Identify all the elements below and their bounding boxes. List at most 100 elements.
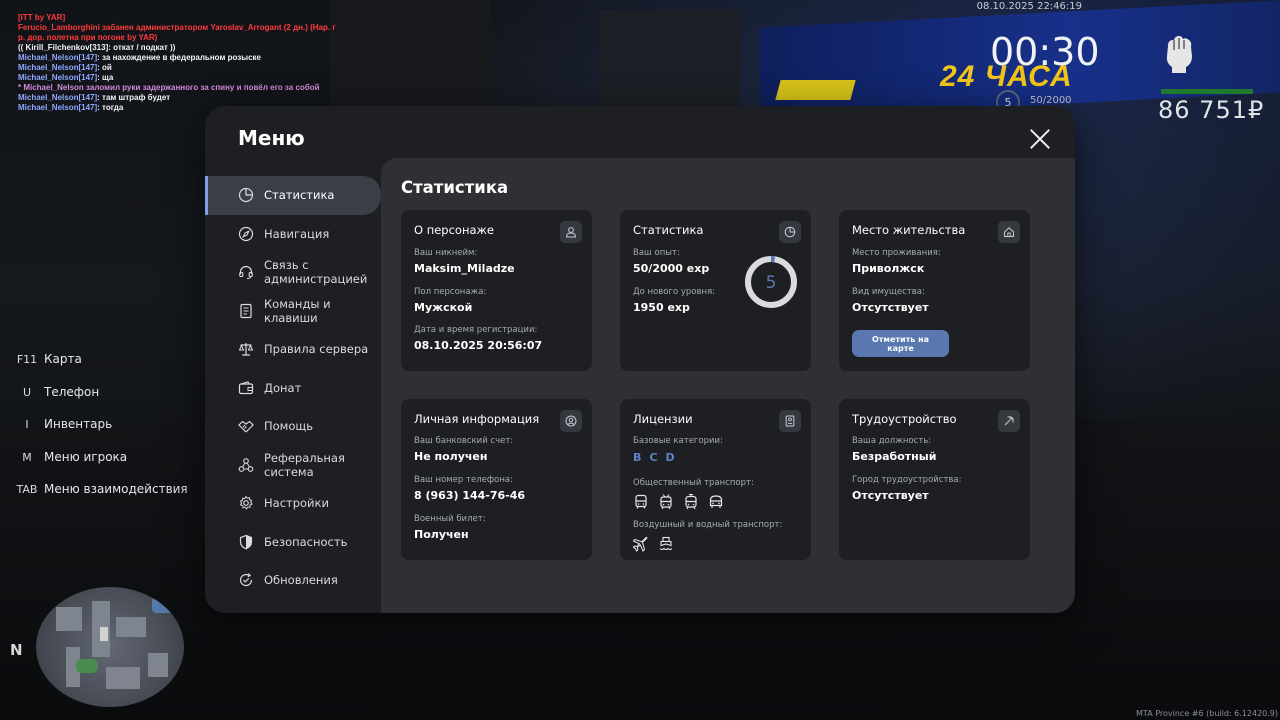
- chat-sender: Michael_Nelson[147]: [18, 103, 98, 112]
- sidebar-item-updates[interactable]: Обновления: [205, 561, 381, 600]
- chat-sender: Michael_Nelson[147]: [18, 53, 98, 62]
- chat-line: [ITT by YAR]: [18, 13, 336, 23]
- hotkey-key: M: [22, 450, 32, 464]
- hotkey-phone[interactable]: U Телефон: [10, 385, 188, 418]
- chat-text: [ITT by YAR]: [18, 13, 66, 22]
- sidebar-item-label: Реферальная система: [264, 450, 345, 479]
- nickname-value: Maksim_Miladze: [414, 262, 515, 275]
- sidebar-item-donate[interactable]: Донат: [205, 369, 381, 408]
- air-water-transport-icons: [633, 536, 782, 552]
- sidebar-item-navigation[interactable]: Навигация: [205, 215, 381, 254]
- chat-line: Ferucio_Lamborghini забанен администрато…: [18, 23, 336, 33]
- sidebar-item-label: Команды и клавиши: [264, 296, 331, 325]
- sidebar-item-label: Правила сервера: [264, 342, 369, 357]
- close-button[interactable]: [1029, 128, 1051, 150]
- chat-text: (( Kirill_Filchenkov[313]: откат / подка…: [18, 43, 176, 52]
- user-icon: [560, 221, 582, 243]
- tram-icon: [685, 494, 697, 510]
- minimap-north: N: [10, 641, 23, 659]
- shirt-icon: [152, 597, 174, 613]
- sidebar-item-rules[interactable]: Правила сервера: [205, 330, 381, 369]
- chat-sender: Michael_Nelson[147]: [18, 63, 98, 72]
- sidebar-item-help[interactable]: Помощь: [205, 407, 381, 446]
- chat-text: р. дор. полетна при погоне by YAR): [18, 33, 158, 42]
- pie-chart-icon: [238, 188, 254, 203]
- gender-label: Пол персонажа:: [414, 287, 487, 297]
- headset-icon: [239, 266, 253, 280]
- hotkey-label: Инвентарь: [44, 417, 113, 432]
- menu-title: Меню: [238, 126, 305, 150]
- card-title: Лицензии: [633, 412, 693, 426]
- mark-on-map-button[interactable]: Отметить на карте: [852, 330, 949, 357]
- sidebar-item-label: Навигация: [264, 226, 330, 241]
- chat-text: : там штраф будет: [97, 93, 171, 102]
- military-id-value: Получен: [414, 528, 469, 541]
- residence-value: Приволжск: [852, 262, 925, 275]
- chat-text: * Michael_Nelson заломил руки задержанно…: [18, 83, 320, 92]
- chat-line: * Michael_Nelson заломил руки задержанно…: [18, 83, 336, 93]
- sidebar-item-label: Донат: [264, 380, 302, 395]
- chat-line: Michael_Nelson[147]: там штраф будет: [18, 93, 336, 103]
- player-marker-icon: [100, 627, 108, 641]
- sidebar-item-settings[interactable]: Настройки: [205, 484, 381, 523]
- position-label: Ваша должность:: [852, 436, 932, 446]
- chat-line: Michael_Nelson[147]: ой: [18, 63, 336, 73]
- sidebar-item-referral[interactable]: Реферальная система: [205, 446, 381, 485]
- main-menu: Меню Статистика Навигация Связь с админи…: [205, 106, 1075, 613]
- sidebar-item-security[interactable]: Безопасность: [205, 523, 381, 562]
- registration-label: Дата и время регистрации:: [414, 325, 538, 335]
- hud-timer: 00:30: [990, 30, 1100, 74]
- menu-content: Статистика О персонаже Ваш никнейм: Maks…: [381, 158, 1075, 613]
- car-marker-icon: [76, 659, 98, 673]
- gender-value: Мужской: [414, 301, 473, 314]
- hotkey-key: I: [25, 418, 29, 432]
- hotkey-label: Меню игрока: [44, 449, 128, 464]
- next-level-value: 1950 exp: [633, 301, 690, 314]
- sidebar-item-label: Безопасность: [264, 534, 348, 549]
- public-transport-icons: [633, 494, 754, 510]
- health-bar: [1161, 89, 1253, 94]
- minibus-icon: [709, 495, 723, 508]
- handshake-icon: [238, 420, 254, 433]
- chat-text: Ferucio_Lamborghini забанен администрато…: [18, 23, 336, 32]
- card-title: Статистика: [633, 223, 704, 237]
- sidebar-item-support[interactable]: Связь с администрацией: [205, 253, 381, 292]
- hotkey-inventory[interactable]: I Инвентарь: [10, 417, 188, 450]
- sidebar-item-statistics[interactable]: Статистика: [205, 176, 381, 215]
- chat-sender: Michael_Nelson[147]: [18, 73, 98, 82]
- level-progress-ring: 5: [745, 256, 797, 308]
- sidebar-item-label: Обновления: [264, 573, 338, 588]
- pickaxe-icon: [998, 410, 1020, 432]
- boat-icon: [659, 536, 673, 551]
- license-category: B: [633, 451, 642, 464]
- hotkey-player-menu[interactable]: M Меню игрока: [10, 450, 188, 483]
- card-title: Трудоустройство: [852, 412, 957, 426]
- hotkey-key: F11: [16, 353, 38, 366]
- billboard-sign: [775, 80, 856, 100]
- hotkey-interaction-menu[interactable]: TAB Меню взаимодействия: [10, 482, 188, 515]
- level-value: 5: [766, 273, 777, 293]
- hud-exp: 50/2000: [1030, 95, 1072, 106]
- character-card: О персонаже Ваш никнейм: Maksim_Miladze …: [401, 210, 592, 371]
- residence-card: Место жительства Место проживания: Приво…: [839, 210, 1030, 371]
- hud-money: 86 751₽: [1158, 96, 1265, 124]
- sidebar-item-commands[interactable]: Команды и клавиши: [205, 292, 381, 331]
- compass-icon: [238, 226, 254, 241]
- sidebar-item-label: Настройки: [264, 496, 329, 511]
- hotkey-label: Телефон: [44, 384, 100, 399]
- minimap: [36, 587, 184, 707]
- license-category: D: [665, 451, 675, 464]
- chat-text: : тогда: [97, 103, 124, 112]
- trolleybus-icon: [660, 494, 672, 509]
- exp-label: Ваш опыт:: [633, 248, 680, 258]
- chat-text: : за нахождение в федеральном розыске: [97, 53, 261, 62]
- hotkey-label: Карта: [44, 352, 82, 366]
- license-categories: B C D: [633, 451, 723, 464]
- military-id-label: Военный билет:: [414, 514, 486, 524]
- sidebar-item-label: Помощь: [264, 419, 314, 434]
- hotkeys-list: F11 Карта U Телефон I Инвентарь M Меню игрок…: [10, 352, 188, 515]
- exp-value: 50/2000 exp: [633, 262, 710, 275]
- license-category: C: [649, 451, 658, 464]
- hotkey-map[interactable]: F11 Карта: [10, 352, 188, 385]
- position-value: Безработный: [852, 450, 937, 463]
